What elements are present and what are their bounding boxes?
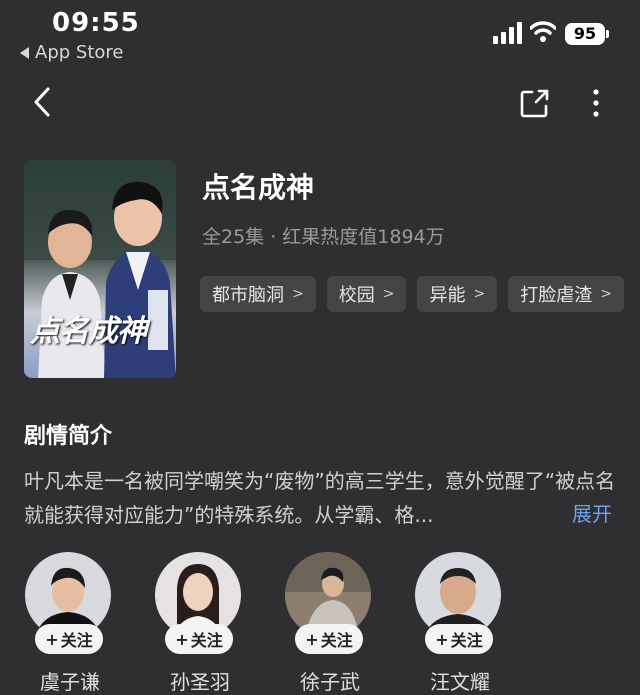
back-to-app-store[interactable]: App Store [20, 42, 123, 63]
cast-name: 虞子谦 [40, 670, 100, 694]
tag-chip[interactable]: 异能 > [417, 276, 498, 312]
cast-name: 孙圣羽 [170, 670, 230, 694]
chevron-right-icon: > [382, 286, 395, 302]
back-chevron-icon[interactable] [28, 84, 58, 120]
chevron-right-icon: > [292, 286, 304, 302]
back-app-label: App Store [35, 42, 124, 63]
poster-title-text: 点名成神 [30, 314, 147, 349]
cast-member[interactable]: + 关注 虞子谦 [25, 552, 125, 694]
follow-button[interactable]: + 关注 [35, 624, 103, 654]
follow-button[interactable]: + 关注 [295, 624, 363, 654]
follow-label: 关注 [60, 631, 93, 650]
cast-member[interactable]: + 关注 孙圣羽 [155, 552, 255, 694]
cast-list: + 关注 虞子谦 + 关注 孙圣羽 + 关注 徐子武 + 关注 汪文耀 [0, 552, 640, 694]
drama-meta: 全25集 · 红果热度值1894万 [202, 226, 445, 248]
cast-name: 徐子武 [300, 670, 360, 694]
cast-member[interactable]: + 关注 汪文耀 [415, 552, 515, 694]
cast-name: 汪文耀 [430, 670, 490, 694]
back-triangle-icon [20, 46, 29, 59]
status-time: 09:55 [52, 8, 140, 38]
tag-list: 都市脑洞 > 校园 > 异能 > 打脸虐渣 > [200, 276, 624, 312]
plus-icon: + [305, 629, 319, 649]
chevron-right-icon: > [600, 286, 612, 302]
plus-icon: + [175, 629, 189, 649]
share-icon[interactable] [518, 86, 552, 120]
plus-icon: + [45, 629, 59, 649]
cast-member[interactable]: + 关注 徐子武 [285, 552, 385, 694]
battery-tip [606, 30, 609, 38]
follow-label: 关注 [450, 631, 483, 650]
drama-poster[interactable]: 点名成神 [24, 160, 176, 378]
status-bar: 09:55 App Store 95 [0, 0, 640, 80]
drama-title: 点名成神 [202, 171, 315, 204]
expand-link[interactable]: 展开 [572, 498, 612, 527]
follow-button[interactable]: + 关注 [165, 624, 233, 654]
chevron-right-icon: > [473, 286, 486, 302]
more-icon[interactable] [585, 86, 607, 120]
signal-icon [493, 22, 522, 44]
tag-chip[interactable]: 都市脑洞 > [200, 276, 316, 312]
follow-label: 关注 [320, 631, 353, 650]
follow-label: 关注 [190, 631, 223, 650]
tag-chip[interactable]: 打脸虐渣 > [508, 276, 624, 312]
tag-chip[interactable]: 校园 > [326, 276, 407, 312]
tag-label: 都市脑洞 [212, 285, 284, 306]
tag-label: 打脸虐渣 [520, 285, 593, 306]
tag-label: 异能 [429, 285, 466, 306]
synopsis-text: 叶凡本是一名被同学嘲笑为“废物”的高三学生，意外觉醒了“被点名就能获得对应能力”… [24, 469, 616, 527]
tag-label: 校园 [338, 285, 375, 306]
wifi-icon [530, 21, 556, 42]
follow-button[interactable]: + 关注 [425, 624, 493, 654]
synopsis-heading: 剧情简介 [24, 424, 113, 449]
battery-indicator: 95 [565, 23, 605, 45]
plus-icon: + [435, 629, 449, 649]
